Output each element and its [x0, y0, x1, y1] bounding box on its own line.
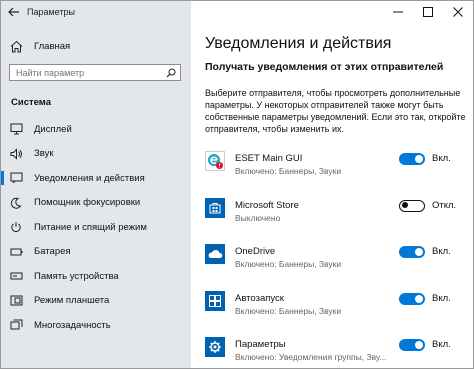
sidebar: Параметры Главная Система Дисплей	[1, 1, 191, 368]
minimize-button[interactable]	[383, 1, 413, 23]
sender-row-microsoft-store[interactable]: Microsoft Store Выключено Откл.	[205, 197, 467, 245]
description-text: Выберите отправителя, чтобы просмотреть …	[205, 88, 466, 134]
sidebar-item-label: Многозадачность	[34, 319, 111, 331]
storage-icon	[9, 269, 23, 283]
search-input[interactable]	[10, 65, 164, 80]
toggle-label: Откл.	[432, 199, 457, 211]
toggle-knob	[415, 341, 423, 349]
search-icon[interactable]	[164, 66, 178, 80]
title-bar: Параметры	[1, 1, 191, 23]
focus-assist-icon	[9, 196, 23, 210]
sender-status: Включено: Уведомления группы, Зву...	[235, 352, 387, 362]
toggle-label: Вкл.	[432, 339, 451, 350]
sender-status: Включено: Баннеры, Звуки	[235, 166, 342, 176]
sender-name: ESET Main GUI	[235, 153, 303, 164]
sidebar-item-label: Режим планшета	[34, 295, 110, 307]
sidebar-item-label: Уведомления и действия	[34, 172, 145, 184]
power-icon	[9, 220, 23, 234]
toggle-label: Вкл.	[432, 153, 451, 164]
sidebar-item-label: Дисплей	[34, 123, 72, 135]
search-box	[9, 64, 181, 81]
toggle-label: Вкл.	[432, 246, 451, 257]
sidebar-item-display[interactable]: Дисплей	[1, 117, 191, 142]
tablet-mode-icon	[9, 294, 23, 308]
sidebar-item-power[interactable]: Питание и спящий режим	[1, 215, 191, 240]
sender-name: Microsoft Store	[235, 199, 299, 211]
window-controls	[383, 1, 473, 23]
sound-icon	[9, 147, 23, 161]
sidebar-item-storage[interactable]: Память устройства	[1, 264, 191, 289]
sender-row-settings[interactable]: Параметры Включено: Уведомления группы, …	[205, 337, 467, 368]
home-icon	[9, 39, 23, 53]
sidebar-item-notifications[interactable]: Уведомления и действия	[1, 166, 191, 191]
nav-list: Дисплей Звук Уведомления и действия Помо…	[1, 117, 191, 338]
multitasking-icon	[9, 318, 23, 332]
toggle-knob	[415, 294, 423, 303]
battery-icon	[9, 245, 23, 259]
settings-icon	[205, 337, 225, 357]
sender-status: Включено: Баннеры, Звуки	[235, 259, 342, 269]
notification-toggle[interactable]	[399, 339, 425, 351]
notification-toggle[interactable]	[399, 199, 425, 212]
sender-row-onedrive[interactable]: OneDrive Включено: Баннеры, Звуки Вкл.	[205, 244, 467, 291]
page-title: Уведомления и действия	[205, 35, 392, 52]
toggle-knob	[415, 248, 423, 256]
notifications-icon	[9, 171, 23, 185]
maximize-icon	[423, 7, 433, 17]
sidebar-item-label: Батарея	[34, 246, 71, 258]
sidebar-item-label: Помощник фокусировки	[34, 197, 141, 209]
sender-status: Включено: Баннеры, Звуки	[235, 305, 342, 316]
sender-row-autoplay[interactable]: Автозапуск Включено: Баннеры, Звуки Вкл.	[205, 290, 467, 338]
sidebar-item-label: Звук	[34, 148, 54, 160]
nav-home-label: Главная	[34, 40, 71, 52]
nav-home[interactable]: Главная	[1, 37, 191, 55]
display-icon	[9, 122, 23, 136]
sidebar-item-sound[interactable]: Звук	[1, 142, 191, 167]
sidebar-item-label: Питание и спящий режим	[34, 221, 147, 233]
sidebar-item-label: Память устройства	[34, 270, 119, 282]
section-title: Система	[11, 97, 51, 108]
minimize-icon	[393, 11, 403, 13]
sender-list: ESET Main GUI Включено: Баннеры, Звуки В…	[205, 151, 467, 368]
sender-name: Автозапуск	[235, 292, 284, 304]
sender-name: OneDrive	[235, 246, 276, 257]
settings-window: Параметры Главная Система Дисплей	[0, 0, 474, 369]
close-button[interactable]	[443, 1, 473, 23]
sidebar-item-multitasking[interactable]: Многозадачность	[1, 313, 191, 338]
sender-status: Выключено	[235, 212, 281, 223]
back-arrow-icon	[8, 7, 19, 17]
main-content: Уведомления и действия Получать уведомле…	[191, 1, 473, 368]
store-icon	[205, 197, 225, 218]
toggle-knob	[402, 202, 408, 208]
section-subtitle: Получать уведомления от этих отправителе…	[205, 61, 444, 73]
autoplay-icon	[205, 290, 225, 311]
toggle-label: Вкл.	[432, 292, 451, 304]
toggle-knob	[415, 155, 423, 163]
notification-toggle[interactable]	[399, 246, 425, 258]
notification-toggle[interactable]	[399, 153, 425, 165]
sender-name: Параметры	[235, 339, 286, 350]
onedrive-icon	[205, 244, 225, 264]
sidebar-item-battery[interactable]: Батарея	[1, 240, 191, 265]
eset-icon	[205, 151, 225, 171]
window-title: Параметры	[27, 7, 75, 17]
sidebar-item-tablet-mode[interactable]: Режим планшета	[1, 289, 191, 314]
back-button[interactable]	[1, 1, 27, 23]
sidebar-item-focus-assist[interactable]: Помощник фокусировки	[1, 191, 191, 216]
maximize-button[interactable]	[413, 1, 443, 23]
notification-toggle[interactable]	[399, 292, 425, 305]
close-icon	[453, 7, 463, 17]
sender-row-eset[interactable]: ESET Main GUI Включено: Баннеры, Звуки В…	[205, 151, 467, 198]
